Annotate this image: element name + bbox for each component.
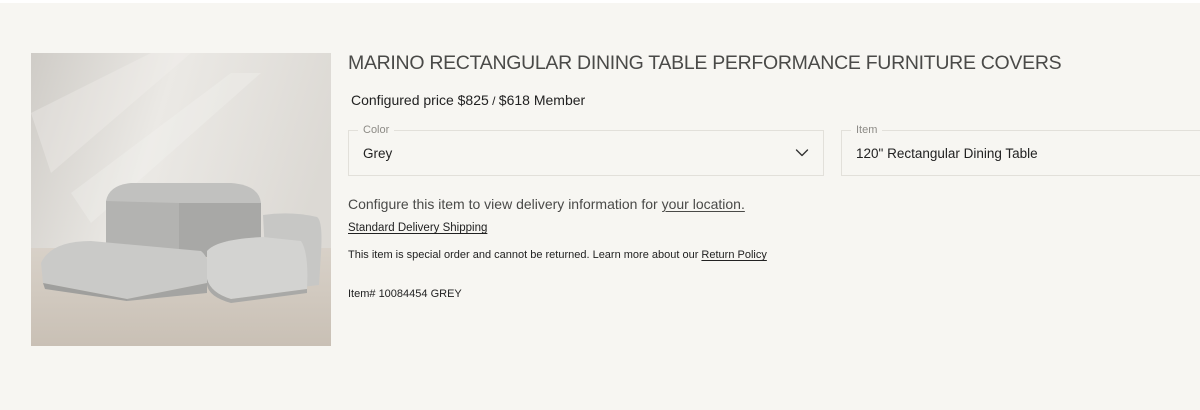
color-select-value: Grey xyxy=(363,146,393,161)
return-notice: This item is special order and cannot be… xyxy=(348,249,767,261)
color-select[interactable]: Color Grey xyxy=(348,124,824,176)
regular-price: $825 xyxy=(457,92,489,108)
price-separator: / xyxy=(488,94,499,108)
price-label: Configured price xyxy=(351,92,454,108)
top-strip xyxy=(0,0,1200,3)
item-number: Item# 10084454 GREY xyxy=(348,288,462,300)
member-price: $618 Member xyxy=(498,92,586,108)
product-photo-illustration xyxy=(31,53,331,346)
product-title: MARINO RECTANGULAR DINING TABLE PERFORMA… xyxy=(348,52,1062,74)
item-select-value: 120" Rectangular Dining Table xyxy=(856,146,1038,161)
item-select-label: Item xyxy=(851,124,883,137)
chevron-down-icon[interactable] xyxy=(795,148,809,158)
color-select-label: Color xyxy=(358,124,395,137)
configured-price: Configured price $825 / $618 Member xyxy=(351,92,585,108)
your-location-link[interactable]: your location. xyxy=(662,196,745,212)
item-select[interactable]: Item 120" Rectangular Dining Table xyxy=(841,124,1200,176)
return-policy-link[interactable]: Return Policy xyxy=(701,249,766,261)
standard-delivery-shipping-link[interactable]: Standard Delivery Shipping xyxy=(348,222,487,234)
delivery-info: Configure this item to view delivery inf… xyxy=(348,196,745,212)
delivery-text: Configure this item to view delivery inf… xyxy=(348,196,662,212)
product-image[interactable] xyxy=(31,53,331,346)
return-notice-text: This item is special order and cannot be… xyxy=(348,249,702,261)
